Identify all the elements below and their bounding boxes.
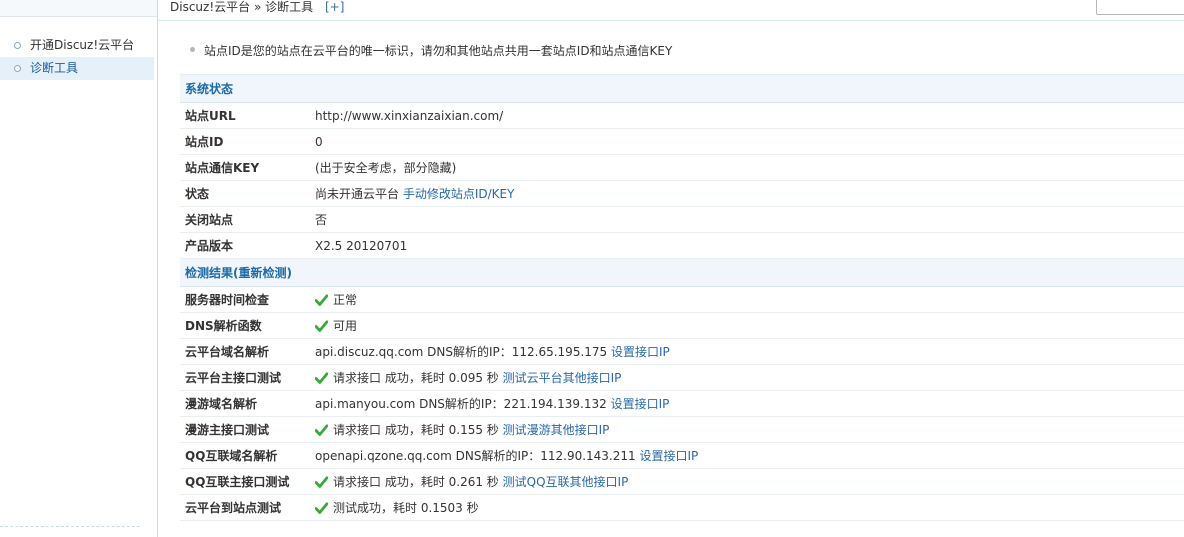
row-label: 服务器时间检查: [180, 286, 310, 313]
sidebar-item-diagnostic-tools[interactable]: 诊断工具: [0, 57, 154, 80]
result-text: 可用: [333, 319, 358, 333]
result-cell: 可用: [310, 312, 1184, 339]
site-url-value: http://www.xinxianzaixian.com/: [310, 102, 1184, 129]
section-title-cell: 检测结果(重新检测): [180, 258, 1184, 287]
table-row: DNS解析函数 可用: [180, 312, 1184, 339]
result-cell: 正常: [310, 286, 1184, 313]
site-closed-value: 否: [310, 206, 1184, 233]
row-label: 产品版本: [180, 232, 310, 259]
sidebar: 开通Discuz!云平台 诊断工具: [0, 0, 158, 537]
bullet-icon: [14, 65, 21, 72]
check-icon: [315, 475, 328, 488]
row-label: 漫游主接口测试: [180, 416, 310, 443]
result-cell: 请求接口 成功，耗时 0.261 秒 测试QQ互联其他接口IP: [310, 468, 1184, 495]
result-cell: 请求接口 成功，耗时 0.155 秒 测试漫游其他接口IP: [310, 416, 1184, 443]
result-action-link[interactable]: 设置接口IP: [611, 345, 670, 359]
result-cell: api.discuz.qq.com DNS解析的IP：112.65.195.17…: [310, 338, 1184, 365]
row-label: 云平台主接口测试: [180, 364, 310, 391]
table-row: 站点URL http://www.xinxianzaixian.com/: [180, 102, 1184, 129]
table-row: 站点通信KEY (出于安全考虑，部分隐藏): [180, 154, 1184, 181]
result-text: 请求接口 成功，耗时 0.095 秒: [333, 371, 499, 385]
table-row: 漫游主接口测试 请求接口 成功，耗时 0.155 秒 测试漫游其他接口IP: [180, 416, 1184, 443]
diagnostic-table: 系统状态 站点URL http://www.xinxianzaixian.com…: [180, 74, 1184, 521]
result-action-link[interactable]: 测试漫游其他接口IP: [503, 423, 610, 437]
breadcrumb-separator: »: [250, 0, 266, 14]
row-label: 云平台域名解析: [180, 338, 310, 365]
header-search-input[interactable]: [1096, 0, 1184, 15]
result-text: 请求接口 成功，耗时 0.261 秒: [333, 475, 499, 489]
result-cell: 测试成功，耗时 0.1503 秒: [310, 494, 1184, 521]
breadcrumb-current: 诊断工具: [265, 0, 314, 14]
row-label: 漫游域名解析: [180, 390, 310, 417]
row-label: QQ互联主接口测试: [180, 468, 310, 495]
header: Discuz!云平台 » 诊断工具 [+]: [158, 0, 1184, 21]
result-text: 正常: [333, 293, 358, 307]
section-title: 系统状态: [180, 74, 1184, 103]
tip-text: 站点ID是您的站点在云平台的唯一标识，请勿和其他站点共用一套站点ID和站点通信K…: [204, 44, 673, 58]
result-text: 请求接口 成功，耗时 0.155 秒: [333, 423, 499, 437]
section-header-system-status: 系统状态: [180, 74, 1184, 103]
breadcrumb: Discuz!云平台 » 诊断工具 [+]: [170, 0, 344, 15]
tip-message: 站点ID是您的站点在云平台的唯一标识，请勿和其他站点共用一套站点ID和站点通信K…: [190, 42, 672, 59]
sidebar-item-open-cloud[interactable]: 开通Discuz!云平台: [0, 34, 154, 57]
result-action-link[interactable]: 设置接口IP: [611, 397, 670, 411]
sidebar-item-label: 开通Discuz!云平台: [30, 38, 135, 52]
site-key-value: (出于安全考虑，部分隐藏): [310, 154, 1184, 181]
result-text: api.discuz.qq.com DNS解析的IP：112.65.195.17…: [315, 345, 608, 359]
result-cell: openapi.qzone.qq.com DNS解析的IP：112.90.143…: [310, 442, 1184, 469]
section-header-check-results: 检测结果(重新检测): [180, 258, 1184, 287]
bullet-icon: [14, 42, 21, 49]
bullet-icon: [190, 47, 195, 52]
status-value: 尚未开通云平台: [315, 187, 400, 201]
check-icon: [315, 501, 328, 514]
check-icon: [315, 293, 328, 306]
result-text: openapi.qzone.qq.com DNS解析的IP：112.90.143…: [315, 449, 636, 463]
row-label: DNS解析函数: [180, 312, 310, 339]
table-row: 云平台主接口测试 请求接口 成功，耗时 0.095 秒 测试云平台其他接口IP: [180, 364, 1184, 391]
row-label: 状态: [180, 180, 310, 207]
check-results-body: 服务器时间检查 正常 DNS解析函数 可用云平台域名解析 api.discuz.qq.c…: [180, 286, 1184, 521]
check-icon: [315, 319, 328, 332]
product-version-value: X2.5 20120701: [310, 232, 1184, 259]
result-cell: 请求接口 成功，耗时 0.095 秒 测试云平台其他接口IP: [310, 364, 1184, 391]
result-action-link[interactable]: 测试QQ互联其他接口IP: [503, 475, 629, 489]
divider: [0, 526, 140, 527]
recheck-link[interactable]: (重新检测): [233, 266, 292, 280]
result-action-link[interactable]: 测试云平台其他接口IP: [503, 371, 622, 385]
table-row: 漫游域名解析 api.manyou.com DNS解析的IP：221.194.13…: [180, 390, 1184, 417]
result-cell: api.manyou.com DNS解析的IP：221.194.139.132 …: [310, 390, 1184, 417]
table-row: 服务器时间检查 正常: [180, 286, 1184, 313]
table-row: 状态 尚未开通云平台 手动修改站点ID/KEY: [180, 180, 1184, 207]
section-title: 检测结果: [185, 266, 234, 280]
table-row: QQ互联域名解析 openapi.qzone.qq.com DNS解析的IP：11…: [180, 442, 1184, 469]
table-row: 云平台域名解析 api.discuz.qq.com DNS解析的IP：112.65…: [180, 338, 1184, 365]
sidebar-top-bar: [0, 0, 157, 17]
check-icon: [315, 371, 328, 384]
result-action-link[interactable]: 设置接口IP: [639, 449, 698, 463]
row-label: 站点通信KEY: [180, 154, 310, 181]
status-cell: 尚未开通云平台 手动修改站点ID/KEY: [310, 180, 1184, 207]
sidebar-item-label: 诊断工具: [30, 61, 79, 75]
site-id-value: 0: [310, 128, 1184, 155]
check-icon: [315, 423, 328, 436]
add-shortcut-button[interactable]: [+]: [325, 0, 344, 14]
table-row: 关闭站点 否: [180, 206, 1184, 233]
breadcrumb-root[interactable]: Discuz!云平台: [170, 0, 250, 14]
table-row: 站点ID 0: [180, 128, 1184, 155]
edit-site-id-key-link[interactable]: 手动修改站点ID/KEY: [403, 187, 515, 201]
table-row: 云平台到站点测试 测试成功，耗时 0.1503 秒: [180, 494, 1184, 521]
row-label: 站点ID: [180, 128, 310, 155]
table-row: QQ互联主接口测试 请求接口 成功，耗时 0.261 秒 测试QQ互联其他接口IP: [180, 468, 1184, 495]
result-text: 测试成功，耗时 0.1503 秒: [333, 501, 479, 515]
result-text: api.manyou.com DNS解析的IP：221.194.139.132: [315, 397, 607, 411]
table-row: 产品版本 X2.5 20120701: [180, 232, 1184, 259]
row-label: 站点URL: [180, 102, 310, 129]
sidebar-nav: 开通Discuz!云平台 诊断工具: [0, 34, 154, 80]
row-label: 云平台到站点测试: [180, 494, 310, 521]
row-label: 关闭站点: [180, 206, 310, 233]
row-label: QQ互联域名解析: [180, 442, 310, 469]
